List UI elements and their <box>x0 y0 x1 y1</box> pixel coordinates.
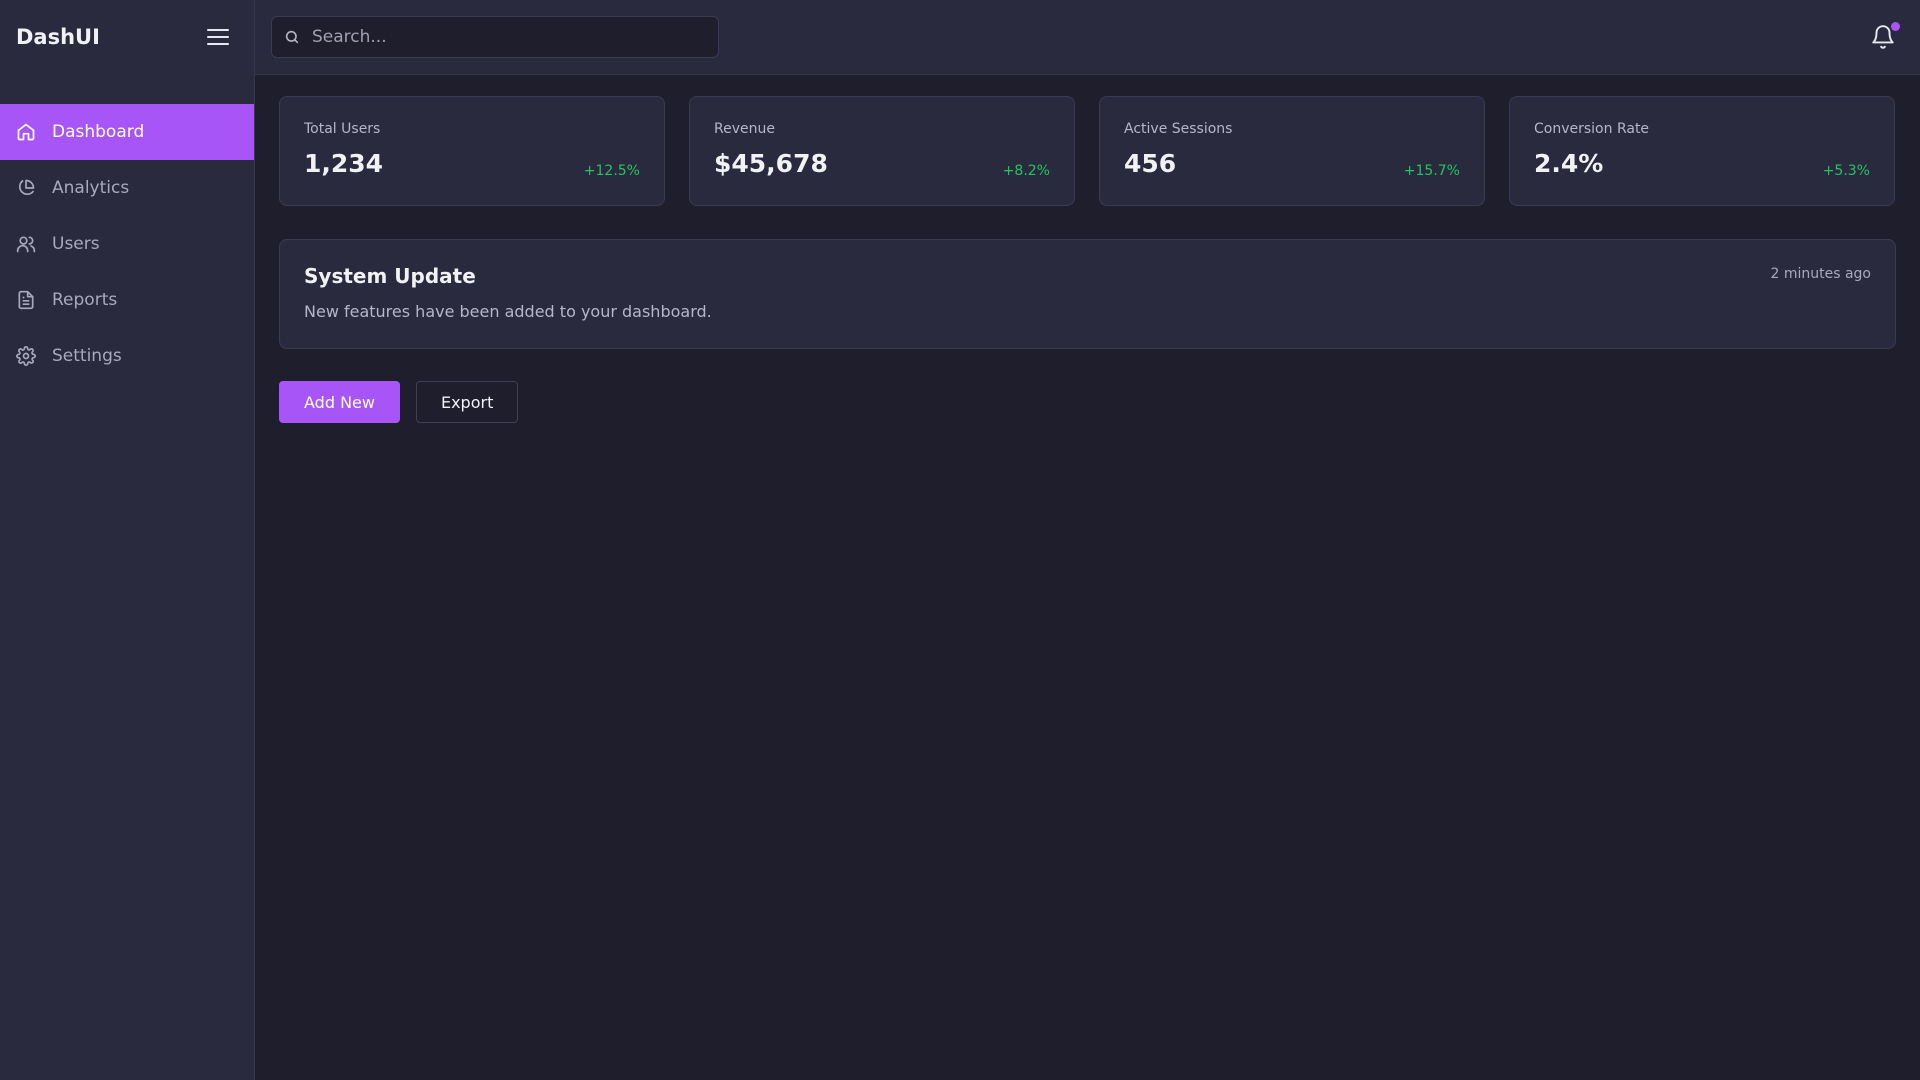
stat-label: Conversion Rate <box>1534 121 1650 137</box>
notifications-button[interactable] <box>1870 22 1900 50</box>
sidebar-nav: Dashboard Analytics Users Reports Settin… <box>0 104 254 384</box>
topbar <box>255 0 1920 75</box>
stat-change: +12.5% <box>583 163 640 179</box>
stat-change: +8.2% <box>1002 163 1050 179</box>
main-area: Total Users 1,234 +12.5% Revenue $45,678… <box>255 0 1920 1080</box>
stat-card-total-users: Total Users 1,234 +12.5% <box>279 96 665 206</box>
stat-value: 2.4% <box>1534 149 1604 178</box>
system-update-card: System Update New features have been add… <box>279 239 1896 349</box>
stat-card-active-sessions: Active Sessions 456 +15.7% <box>1099 96 1485 206</box>
gear-icon <box>16 346 36 366</box>
stat-label: Active Sessions <box>1124 121 1233 137</box>
action-bar: Add New Export <box>279 381 1896 423</box>
sidebar-item-users[interactable]: Users <box>0 216 254 272</box>
brand-logo: DashUI <box>16 25 100 49</box>
sidebar: DashUI Dashboard Analytics Users Reports… <box>0 0 255 1080</box>
stat-change: +15.7% <box>1403 163 1460 179</box>
app-shell: DashUI Dashboard Analytics Users Reports… <box>0 0 1920 1080</box>
sidebar-item-analytics[interactable]: Analytics <box>0 160 254 216</box>
sidebar-item-dashboard[interactable]: Dashboard <box>0 104 254 160</box>
notice-body: New features have been added to your das… <box>304 302 712 321</box>
stat-card-revenue: Revenue $45,678 +8.2% <box>689 96 1075 206</box>
notice-timestamp: 2 minutes ago <box>1770 266 1871 282</box>
sidebar-item-label: Dashboard <box>52 122 145 142</box>
stat-change: +5.3% <box>1822 163 1870 179</box>
stat-value: $45,678 <box>714 149 828 178</box>
sidebar-header: DashUI <box>0 0 254 74</box>
sidebar-item-label: Users <box>52 234 100 254</box>
sidebar-item-reports[interactable]: Reports <box>0 272 254 328</box>
pie-chart-icon <box>16 178 36 198</box>
hamburger-menu-icon[interactable] <box>206 25 230 49</box>
sidebar-item-label: Analytics <box>52 178 130 198</box>
stat-label: Revenue <box>714 121 775 137</box>
stats-row: Total Users 1,234 +12.5% Revenue $45,678… <box>279 96 1896 206</box>
notification-badge <box>1891 22 1900 31</box>
stat-card-conversion-rate: Conversion Rate 2.4% +5.3% <box>1509 96 1895 206</box>
sidebar-item-label: Reports <box>52 290 118 310</box>
sidebar-item-settings[interactable]: Settings <box>0 328 254 384</box>
search-box[interactable] <box>271 16 719 58</box>
notice-title: System Update <box>304 264 476 288</box>
users-icon <box>16 234 36 254</box>
home-icon <box>16 122 36 142</box>
sidebar-item-label: Settings <box>52 346 122 366</box>
add-new-button[interactable]: Add New <box>279 381 400 423</box>
export-button[interactable]: Export <box>415 381 519 423</box>
content: Total Users 1,234 +12.5% Revenue $45,678… <box>255 75 1920 444</box>
bell-icon <box>1870 25 1896 54</box>
stat-label: Total Users <box>304 121 381 137</box>
document-icon <box>16 290 36 310</box>
search-input[interactable] <box>312 27 706 47</box>
search-icon <box>284 29 300 45</box>
